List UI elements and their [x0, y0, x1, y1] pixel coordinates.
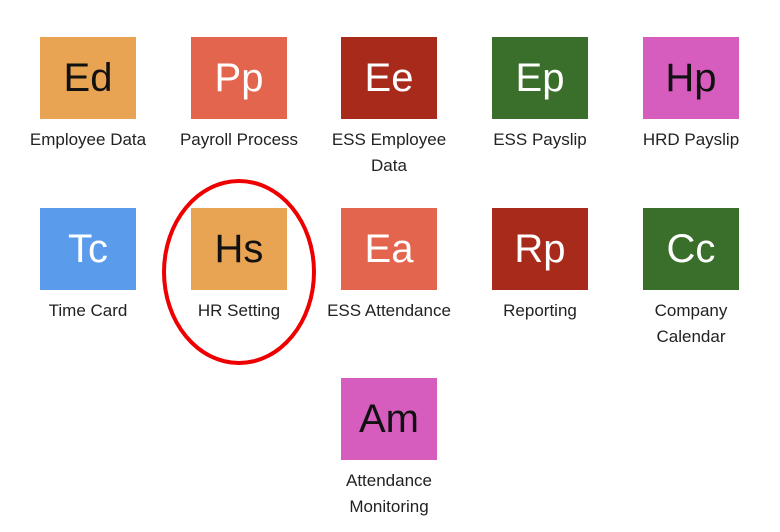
app-label: ESS Employee Data — [331, 130, 447, 175]
app-abbr: Cc — [666, 227, 716, 271]
app-label: Employee Data — [29, 130, 147, 149]
ess-attendance-icon: Ea — [341, 208, 437, 290]
app-label: HR Setting — [197, 301, 281, 320]
attendance-monitoring-icon: Am — [341, 378, 437, 460]
app-label: HRD Payslip — [642, 130, 740, 149]
app-abbr: Rp — [514, 227, 566, 271]
hr-setting-icon: Hs — [191, 208, 287, 290]
app-tile-reporting[interactable]: Rp Reporting — [465, 208, 615, 324]
app-tile-attendance-monitoring[interactable]: Am Attendance Monitoring — [314, 378, 464, 520]
app-tile-time-card[interactable]: Tc Time Card — [13, 208, 163, 324]
app-tile-payroll-process[interactable]: Pp Payroll Process — [164, 37, 314, 153]
reporting-icon: Rp — [492, 208, 588, 290]
app-label: ESS Attendance — [327, 301, 451, 320]
app-abbr: Ee — [364, 56, 414, 100]
app-launcher-grid: Ed Employee Data Pp Payroll Process Ee E… — [0, 0, 780, 532]
app-label: Payroll Process — [179, 130, 299, 149]
app-tile-ess-attendance[interactable]: Ea ESS Attendance — [314, 208, 464, 324]
app-tile-ess-employee-data[interactable]: Ee ESS Employee Data — [314, 37, 464, 179]
app-label: Company Calendar — [654, 301, 728, 346]
app-abbr: Ep — [515, 56, 565, 100]
hrd-payslip-icon: Hp — [643, 37, 739, 119]
app-abbr: Hp — [665, 56, 717, 100]
app-label: Attendance Monitoring — [345, 471, 432, 516]
app-tile-employee-data[interactable]: Ed Employee Data — [13, 37, 163, 153]
app-abbr: Ed — [63, 56, 113, 100]
app-abbr: Ea — [364, 227, 414, 271]
app-tile-hr-setting[interactable]: Hs HR Setting — [164, 208, 314, 324]
app-abbr: Pp — [214, 56, 264, 100]
employee-data-icon: Ed — [40, 37, 136, 119]
app-tile-company-calendar[interactable]: Cc Company Calendar — [616, 208, 766, 350]
payroll-process-icon: Pp — [191, 37, 287, 119]
company-calendar-icon: Cc — [643, 208, 739, 290]
ess-employee-data-icon: Ee — [341, 37, 437, 119]
app-abbr: Tc — [68, 227, 108, 271]
app-abbr: Am — [359, 397, 419, 441]
app-tile-ess-payslip[interactable]: Ep ESS Payslip — [465, 37, 615, 153]
app-label: Time Card — [48, 301, 128, 320]
ess-payslip-icon: Ep — [492, 37, 588, 119]
app-tile-hrd-payslip[interactable]: Hp HRD Payslip — [616, 37, 766, 153]
app-label: Reporting — [503, 301, 577, 320]
app-label: ESS Payslip — [493, 130, 587, 149]
app-abbr: Hs — [214, 227, 264, 271]
time-card-icon: Tc — [40, 208, 136, 290]
